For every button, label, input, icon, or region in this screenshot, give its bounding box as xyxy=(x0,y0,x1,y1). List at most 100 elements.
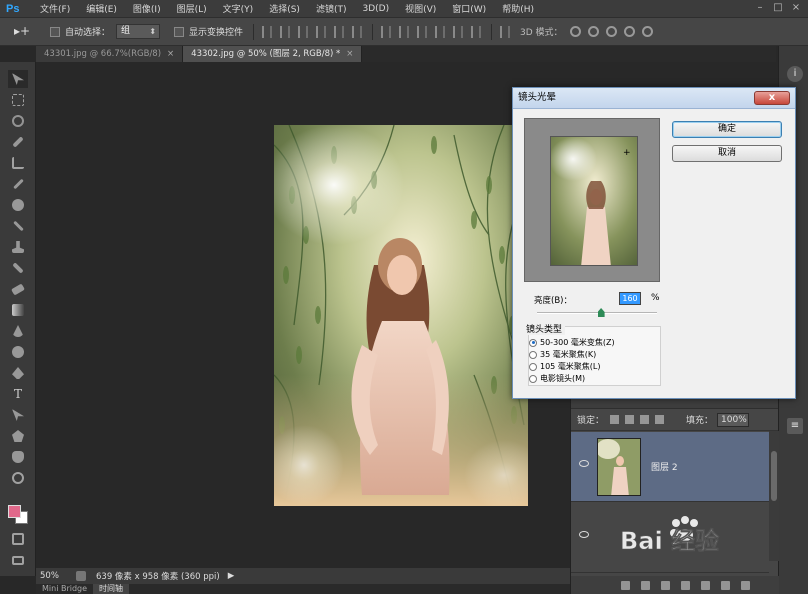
scale-3d-icon[interactable] xyxy=(641,26,653,37)
visibility-eye-icon[interactable] xyxy=(579,460,589,467)
align-right-icon[interactable] xyxy=(352,25,363,38)
maximize-icon[interactable]: □ xyxy=(772,2,784,14)
close-tab-icon[interactable]: × xyxy=(167,49,174,59)
distribute-vcenter-icon[interactable] xyxy=(399,25,410,38)
close-tab-icon[interactable]: × xyxy=(346,49,353,59)
distribute-left-icon[interactable] xyxy=(435,25,446,38)
path-selection-tool-icon[interactable] xyxy=(8,406,28,424)
flare-preview-area[interactable]: + xyxy=(524,118,660,282)
lens-option-50-300[interactable]: 50-300 毫米变焦(Z) xyxy=(529,337,615,348)
brightness-input[interactable]: 160 xyxy=(619,292,641,305)
lasso-tool-icon[interactable] xyxy=(8,112,28,130)
tab-timeline[interactable]: 时间轴 xyxy=(93,584,130,594)
zoom-level[interactable]: 50% xyxy=(36,571,70,581)
gradient-tool-icon[interactable] xyxy=(8,301,28,319)
eyedropper-tool-icon[interactable] xyxy=(8,175,28,193)
tab-mini-bridge[interactable]: Mini Bridge xyxy=(36,584,93,594)
foreground-color-swatch[interactable] xyxy=(8,505,21,518)
menu-view[interactable]: 视图(V) xyxy=(405,2,436,15)
radio-35[interactable] xyxy=(529,350,537,359)
menu-file[interactable]: 文件(F) xyxy=(40,2,70,15)
screen-mode-icon[interactable] xyxy=(8,551,28,569)
marquee-tool-icon[interactable] xyxy=(8,91,28,109)
flare-preview-image[interactable]: + xyxy=(550,136,638,266)
menu-3d[interactable]: 3D(D) xyxy=(362,4,389,14)
cancel-button[interactable]: 取消 xyxy=(672,145,782,162)
ok-button[interactable]: 确定 xyxy=(672,121,782,138)
brightness-slider-track[interactable] xyxy=(537,312,657,314)
menu-select[interactable]: 选择(S) xyxy=(269,2,300,15)
slide-3d-icon[interactable] xyxy=(623,26,635,37)
status-panel-icon[interactable] xyxy=(76,571,86,581)
brightness-slider-thumb[interactable] xyxy=(597,308,605,317)
distribute-right-icon[interactable] xyxy=(471,25,482,38)
link-layers-icon[interactable] xyxy=(621,580,630,590)
menu-layer[interactable]: 图层(L) xyxy=(177,2,207,15)
info-icon[interactable]: i xyxy=(787,66,803,82)
lens-option-105[interactable]: 105 毫米聚焦(L) xyxy=(529,361,601,372)
clone-stamp-tool-icon[interactable] xyxy=(8,238,28,256)
visibility-eye-icon[interactable] xyxy=(579,531,589,538)
align-vcenter-icon[interactable] xyxy=(280,25,291,38)
layers-panel-icon[interactable]: ≡ xyxy=(787,418,803,434)
blur-tool-icon[interactable] xyxy=(8,322,28,340)
dialog-close-button[interactable]: x xyxy=(754,91,790,105)
lock-all-icon[interactable] xyxy=(655,415,665,424)
lock-image-icon[interactable] xyxy=(625,415,635,424)
align-hcenter-icon[interactable] xyxy=(334,25,345,38)
close-window-icon[interactable]: × xyxy=(790,2,802,14)
lens-option-movie[interactable]: 电影镜头(M) xyxy=(529,373,585,384)
distribute-bottom-icon[interactable] xyxy=(417,25,428,38)
shape-tool-icon[interactable] xyxy=(8,427,28,445)
delete-layer-icon[interactable] xyxy=(741,580,750,590)
menu-help[interactable]: 帮助(H) xyxy=(502,2,534,15)
healing-brush-tool-icon[interactable] xyxy=(8,196,28,214)
distribute-hcenter-icon[interactable] xyxy=(453,25,464,38)
lens-option-35[interactable]: 35 毫米聚焦(K) xyxy=(529,349,596,360)
new-group-icon[interactable] xyxy=(701,580,710,590)
align-left-icon[interactable] xyxy=(316,25,327,38)
zoom-tool-icon[interactable] xyxy=(8,469,28,487)
distribute-top-icon[interactable] xyxy=(381,25,392,38)
radio-movie[interactable] xyxy=(529,374,537,383)
type-tool-icon[interactable]: T xyxy=(8,385,28,403)
radio-50-300[interactable] xyxy=(529,338,537,347)
brush-tool-icon[interactable] xyxy=(8,217,28,235)
drag-3d-icon[interactable] xyxy=(605,26,617,37)
tab-43301[interactable]: 43301.jpg @ 66.7%(RGB/8) × xyxy=(36,46,184,62)
auto-select-checkbox[interactable] xyxy=(50,26,60,37)
dialog-titlebar[interactable]: 镜头光晕 x xyxy=(513,88,795,109)
status-menu-arrow-icon[interactable]: ▶ xyxy=(228,571,235,581)
new-layer-icon[interactable] xyxy=(721,580,730,590)
crop-tool-icon[interactable] xyxy=(8,154,28,172)
lock-transparent-icon[interactable] xyxy=(610,415,620,424)
history-brush-tool-icon[interactable] xyxy=(8,259,28,277)
add-mask-icon[interactable] xyxy=(661,580,670,590)
lock-position-icon[interactable] xyxy=(640,415,650,424)
menu-window[interactable]: 窗口(W) xyxy=(452,2,486,15)
layers-scrollbar[interactable] xyxy=(769,431,779,561)
show-transform-checkbox[interactable] xyxy=(174,26,185,37)
move-tool-preset-icon[interactable]: ▸+ xyxy=(14,24,36,40)
layer-row-selected[interactable]: 图层 2 xyxy=(571,432,769,502)
layer-style-icon[interactable] xyxy=(641,580,650,590)
dodge-tool-icon[interactable] xyxy=(8,343,28,361)
document-image[interactable] xyxy=(274,125,528,506)
menu-type[interactable]: 文字(Y) xyxy=(223,2,254,15)
align-top-icon[interactable] xyxy=(262,25,273,38)
menu-filter[interactable]: 滤镜(T) xyxy=(316,2,347,15)
scroll-thumb[interactable] xyxy=(771,451,777,501)
minimize-icon[interactable]: – xyxy=(754,2,766,14)
fill-input[interactable]: 100% xyxy=(717,412,750,427)
align-bottom-icon[interactable] xyxy=(298,25,309,38)
eraser-tool-icon[interactable] xyxy=(8,280,28,298)
roll-3d-icon[interactable] xyxy=(587,26,599,37)
radio-105[interactable] xyxy=(529,362,537,371)
auto-align-icon[interactable] xyxy=(500,25,511,38)
move-tool-icon[interactable] xyxy=(8,70,28,88)
pen-tool-icon[interactable] xyxy=(8,364,28,382)
quick-mask-icon[interactable] xyxy=(8,530,28,548)
auto-select-dropdown[interactable]: 组 xyxy=(116,24,161,39)
quick-select-tool-icon[interactable] xyxy=(8,133,28,151)
menu-image[interactable]: 图像(I) xyxy=(133,2,161,15)
